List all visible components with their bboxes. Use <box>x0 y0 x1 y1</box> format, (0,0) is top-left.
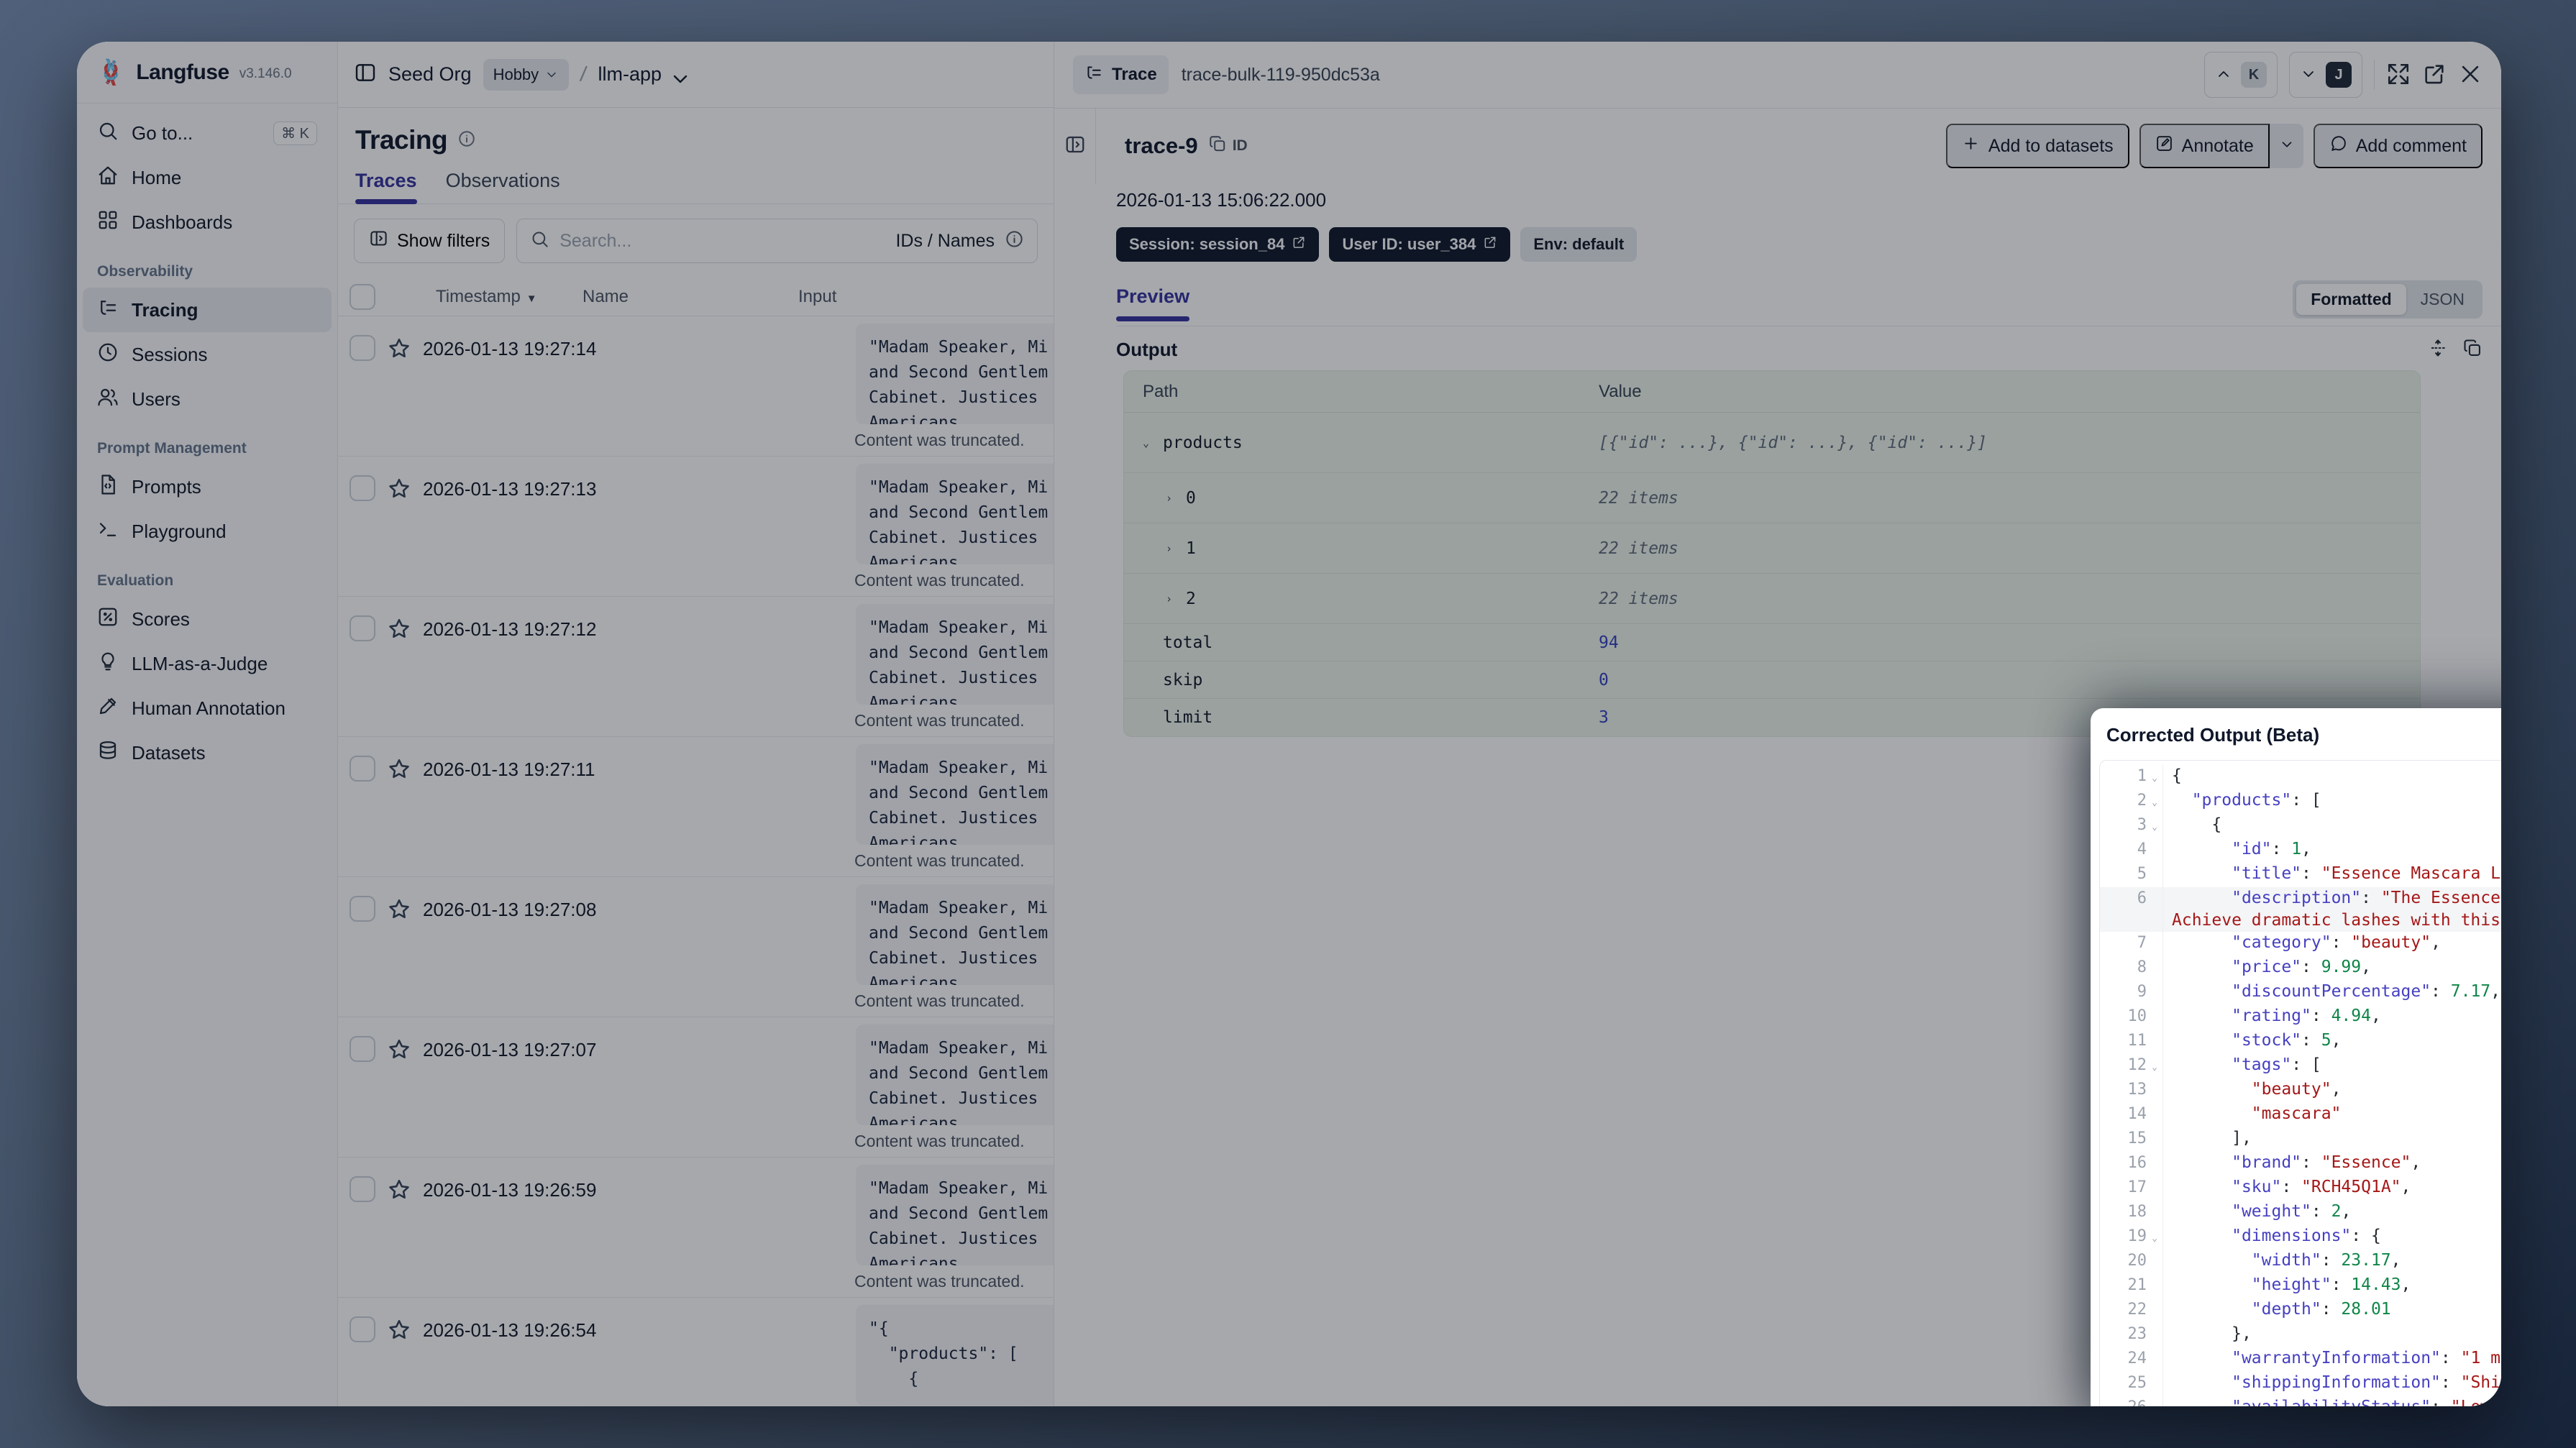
line-gutter: 18⌄ <box>2100 1201 2163 1225</box>
editor-line[interactable]: 14⌄ "mascara" <box>2100 1103 2501 1127</box>
line-gutter: 24⌄ <box>2100 1347 2163 1372</box>
editor-line[interactable]: 22⌄ "depth": 28.01 <box>2100 1298 2501 1323</box>
editor-line[interactable]: 21⌄ "height": 14.43, <box>2100 1274 2501 1298</box>
line-gutter: 1 ⌄ <box>2100 765 2163 789</box>
dialog-title: Corrected Output (Beta) <box>2106 723 2320 746</box>
fold-icon[interactable]: ⌄ <box>2147 1225 2162 1250</box>
line-gutter: 5⌄ <box>2100 863 2163 887</box>
line-gutter: 10⌄ <box>2100 1005 2163 1030</box>
line-gutter: 19 ⌄ <box>2100 1225 2163 1250</box>
line-gutter: 23⌄ <box>2100 1323 2163 1347</box>
line-gutter: 12 ⌄ <box>2100 1054 2163 1078</box>
line-gutter: 2 ⌄ <box>2100 789 2163 814</box>
line-gutter: 14⌄ <box>2100 1103 2163 1127</box>
editor-line[interactable]: 9⌄ "discountPercentage": 7.17, <box>2100 981 2501 1005</box>
editor-line[interactable]: 4⌄ "id": 1, <box>2100 838 2501 863</box>
editor-line[interactable]: 1 ⌄{ <box>2100 765 2501 789</box>
app-window: 🪢 Langfuse v3.146.0 Go to... ⌘ K Home Das… <box>77 42 2501 1406</box>
editor-line[interactable]: 2 ⌄ "products": [ <box>2100 789 2501 814</box>
line-gutter: 13⌄ <box>2100 1078 2163 1103</box>
editor-line[interactable]: 16⌄ "brand": "Essence", <box>2100 1152 2501 1176</box>
editor-line[interactable]: 24⌄ "warrantyInformation": "1 month warr… <box>2100 1347 2501 1372</box>
line-gutter: 26⌄ <box>2100 1396 2163 1406</box>
line-gutter: 25⌄ <box>2100 1372 2163 1396</box>
editor-line[interactable]: 6⌄ "description": "The Essence Mascara L… <box>2100 887 2501 932</box>
editor-line[interactable]: 7⌄ "category": "beauty", <box>2100 932 2501 956</box>
line-gutter: 22⌄ <box>2100 1298 2163 1323</box>
editor-line[interactable]: 5⌄ "title": "Essence Mascara Lash Prince… <box>2100 863 2501 887</box>
line-gutter: 6⌄ <box>2100 887 2163 932</box>
editor-line[interactable]: 23⌄ }, <box>2100 1323 2501 1347</box>
line-gutter: 21⌄ <box>2100 1274 2163 1298</box>
fold-icon[interactable]: ⌄ <box>2147 789 2162 814</box>
editor-line[interactable]: 17⌄ "sku": "RCH45Q1A", <box>2100 1176 2501 1201</box>
editor-line[interactable]: 19 ⌄ "dimensions": { <box>2100 1225 2501 1250</box>
editor-line[interactable]: 11⌄ "stock": 5, <box>2100 1030 2501 1054</box>
editor-line[interactable]: 25⌄ "shippingInformation": "Ships in 1 m… <box>2100 1372 2501 1396</box>
editor-line[interactable]: 3 ⌄ { <box>2100 814 2501 838</box>
fold-icon[interactable]: ⌄ <box>2147 1054 2162 1078</box>
line-gutter: 17⌄ <box>2100 1176 2163 1201</box>
editor-line[interactable]: 12 ⌄ "tags": [ <box>2100 1054 2501 1078</box>
line-gutter: 11⌄ <box>2100 1030 2163 1054</box>
json-editor[interactable]: 1⌄{2⌄ "products": [3⌄ {4⌄ "id": 1,5⌄ "ti… <box>2099 760 2501 1406</box>
line-gutter: 15⌄ <box>2100 1127 2163 1152</box>
editor-line[interactable]: 8⌄ "price": 9.99, <box>2100 956 2501 981</box>
line-gutter: 3 ⌄ <box>2100 814 2163 838</box>
editor-line[interactable]: 18⌄ "weight": 2, <box>2100 1201 2501 1225</box>
line-gutter: 8⌄ <box>2100 956 2163 981</box>
corrected-output-dialog: Corrected Output (Beta) Saved JSON 1⌄{2⌄… <box>2091 708 2501 1406</box>
line-gutter: 16⌄ <box>2100 1152 2163 1176</box>
fold-icon[interactable]: ⌄ <box>2147 814 2162 838</box>
line-gutter: 9⌄ <box>2100 981 2163 1005</box>
editor-line[interactable]: 13⌄ "beauty", <box>2100 1078 2501 1103</box>
editor-line[interactable]: 15⌄ ], <box>2100 1127 2501 1152</box>
line-gutter: 7⌄ <box>2100 932 2163 956</box>
editor-line[interactable]: 26⌄ "availabilityStatus": "Low Stock", <box>2100 1396 2501 1406</box>
editor-line[interactable]: 10⌄ "rating": 4.94, <box>2100 1005 2501 1030</box>
line-gutter: 20⌄ <box>2100 1250 2163 1274</box>
line-gutter: 4⌄ <box>2100 838 2163 863</box>
fold-icon[interactable]: ⌄ <box>2147 765 2162 789</box>
editor-line[interactable]: 20⌄ "width": 23.17, <box>2100 1250 2501 1274</box>
